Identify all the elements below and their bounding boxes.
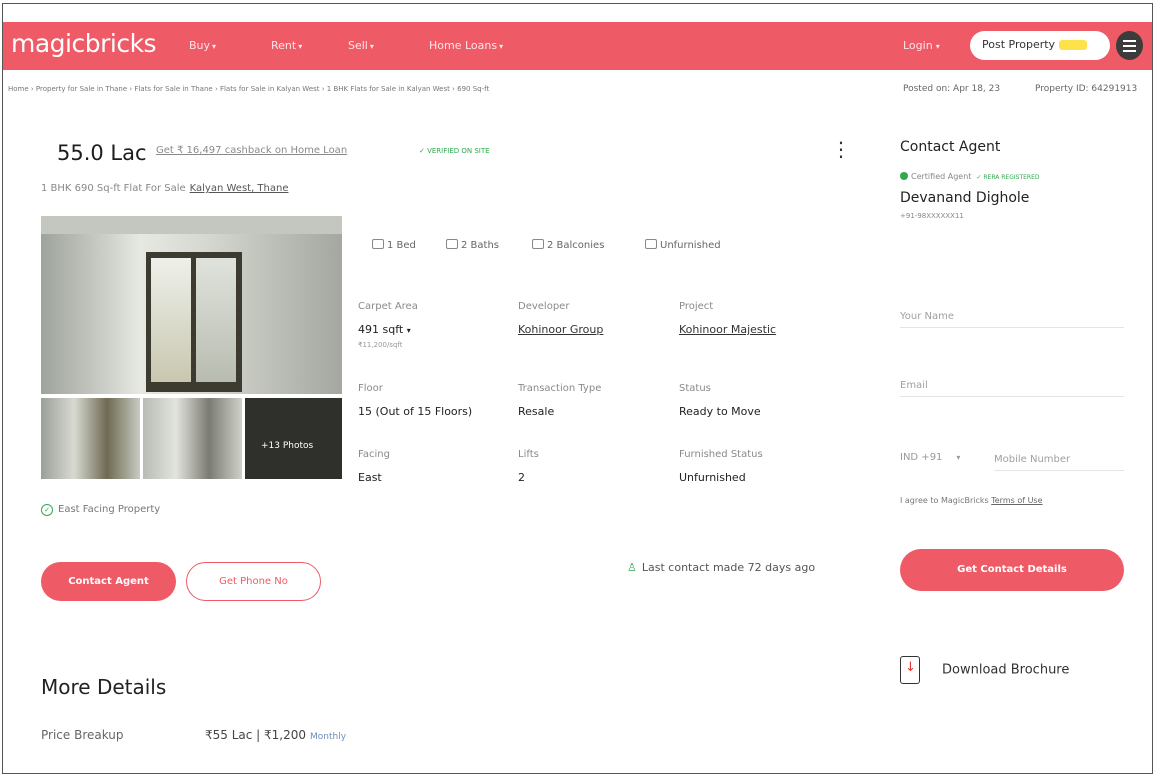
check-circle-icon: ✓ (41, 504, 53, 516)
furniture-icon (645, 239, 657, 249)
developer-link[interactable]: Kohinoor Group (518, 323, 603, 336)
project-label: Project (679, 301, 714, 312)
nav-rent[interactable]: Rent ▾ (271, 39, 302, 52)
more-photos-label[interactable]: +13 Photos (261, 441, 313, 451)
photo-thumbnail[interactable] (41, 398, 140, 479)
transaction-type-value: Resale (518, 405, 555, 418)
name-field[interactable] (900, 306, 1124, 328)
east-facing-tag: ✓ East Facing Property (41, 504, 160, 516)
chevron-down-icon: ▾ (298, 42, 303, 51)
amenity-balconies: 2 Balconies (532, 239, 604, 251)
top-nav: magicbricks Buy ▾ Rent ▾ Sell ▾ Home Loans ▾… (3, 22, 1152, 70)
person-icon: ♙ (627, 561, 637, 574)
amenity-baths: 2 Baths (446, 239, 499, 251)
nav-buy[interactable]: Buy ▾ (189, 39, 216, 52)
carpet-area-value: 491 sqft ▾ (358, 323, 411, 336)
agent-name: Devanand Dighole (900, 190, 1030, 206)
project-link[interactable]: Kohinoor Majestic (679, 323, 776, 336)
facing-label: Facing (358, 449, 390, 460)
post-property-button[interactable]: Post Property FREE (970, 31, 1110, 60)
amenity-bed: 1 Bed (372, 239, 416, 251)
carpet-area-rate: ₹11,200/sqft (358, 341, 403, 349)
balcony-icon (532, 239, 544, 249)
main-photo[interactable] (41, 216, 342, 394)
bath-icon (446, 239, 458, 249)
lifts-label: Lifts (518, 449, 539, 460)
listing-type: 1 BHK 690 Sq-ft Flat For Sale (41, 183, 186, 194)
photo-thumbnail[interactable] (143, 398, 242, 479)
certified-icon (900, 172, 908, 180)
contact-panel-title: Contact Agent (900, 139, 1001, 155)
transaction-type-label: Transaction Type (518, 383, 602, 394)
agent-phone: +91-98XXXXXX11 (900, 212, 964, 220)
terms-link[interactable]: Terms of Use (991, 496, 1042, 505)
listing-subtitle: 1 BHK 690 Sq-ft Flat For Sale Kalyan West… (41, 183, 289, 194)
chevron-down-icon: ▾ (499, 42, 504, 51)
nav-sell[interactable]: Sell ▾ (348, 39, 374, 52)
pdf-download-icon (900, 656, 920, 684)
country-code-select[interactable]: IND +91 ▾ (900, 452, 970, 463)
price-breakup-value: ₹55 Lac | ₹1,200 Monthly (205, 728, 347, 742)
email-field[interactable] (900, 375, 1124, 397)
lifts-value: 2 (518, 471, 525, 484)
chevron-down-icon: ▾ (369, 42, 374, 51)
mobile-number-field[interactable] (994, 449, 1124, 471)
listing-price: 55.0 Lac (57, 141, 147, 165)
more-details-heading: More Details (41, 675, 167, 699)
monthly-note: Monthly (310, 732, 347, 742)
get-phone-button[interactable]: Get Phone No (186, 562, 321, 601)
carpet-area-label: Carpet Area (358, 301, 418, 312)
facing-value: East (358, 471, 382, 484)
price-breakup-label: Price Breakup (41, 728, 124, 742)
location-link[interactable]: Kalyan West, Thane (190, 183, 289, 194)
get-contact-details-button[interactable]: Get Contact Details (900, 549, 1124, 591)
last-contact-info: ♙ Last contact made 72 days ago (627, 561, 816, 574)
terms-agreement: I agree to MagicBricks Terms of Use (900, 496, 1043, 505)
hamburger-menu-icon[interactable] (1116, 31, 1143, 60)
floor-value: 15 (Out of 15 Floors) (358, 405, 473, 418)
breadcrumb[interactable]: Home › Property for Sale in Thane › Flat… (8, 85, 489, 93)
download-brochure-link[interactable]: Download Brochure (900, 656, 1069, 684)
chevron-down-icon: ▾ (212, 42, 217, 51)
cashback-link[interactable]: Get ₹ 16,497 cashback on Home Loan (156, 145, 347, 156)
page-frame: magicbricks Buy ▾ Rent ▾ Sell ▾ Home Loans ▾… (2, 3, 1153, 774)
status-value: Ready to Move (679, 405, 761, 418)
furnished-status-value: Unfurnished (679, 471, 746, 484)
agent-badges: Certified Agent ✓ RERA REGISTERED (900, 172, 1039, 181)
developer-label: Developer (518, 301, 570, 312)
bed-icon (372, 239, 384, 249)
nav-home-loans[interactable]: Home Loans ▾ (429, 39, 503, 52)
chevron-down-icon: ▾ (956, 453, 961, 462)
floor-label: Floor (358, 383, 383, 394)
contact-agent-button[interactable]: Contact Agent (41, 562, 176, 601)
free-badge: FREE (1059, 40, 1087, 50)
property-id: Property ID: 64291913 (1035, 84, 1138, 94)
rera-badge: ✓ RERA REGISTERED (976, 174, 1040, 181)
chevron-down-icon: ▾ (935, 42, 940, 51)
more-options-icon[interactable]: ⋮ (831, 139, 851, 159)
status-label: Status (679, 383, 711, 394)
more-photos-thumbnail[interactable] (245, 398, 342, 479)
posted-date: Posted on: Apr 18, 23 (903, 84, 1001, 94)
login-dropdown[interactable]: Login ▾ (903, 39, 940, 52)
verified-badge: ✓ VERIFIED ON SITE (419, 147, 490, 155)
amenity-furnishing: Unfurnished (645, 239, 721, 251)
magicbricks-logo[interactable]: magicbricks (11, 29, 157, 58)
furnished-status-label: Furnished Status (679, 449, 763, 460)
